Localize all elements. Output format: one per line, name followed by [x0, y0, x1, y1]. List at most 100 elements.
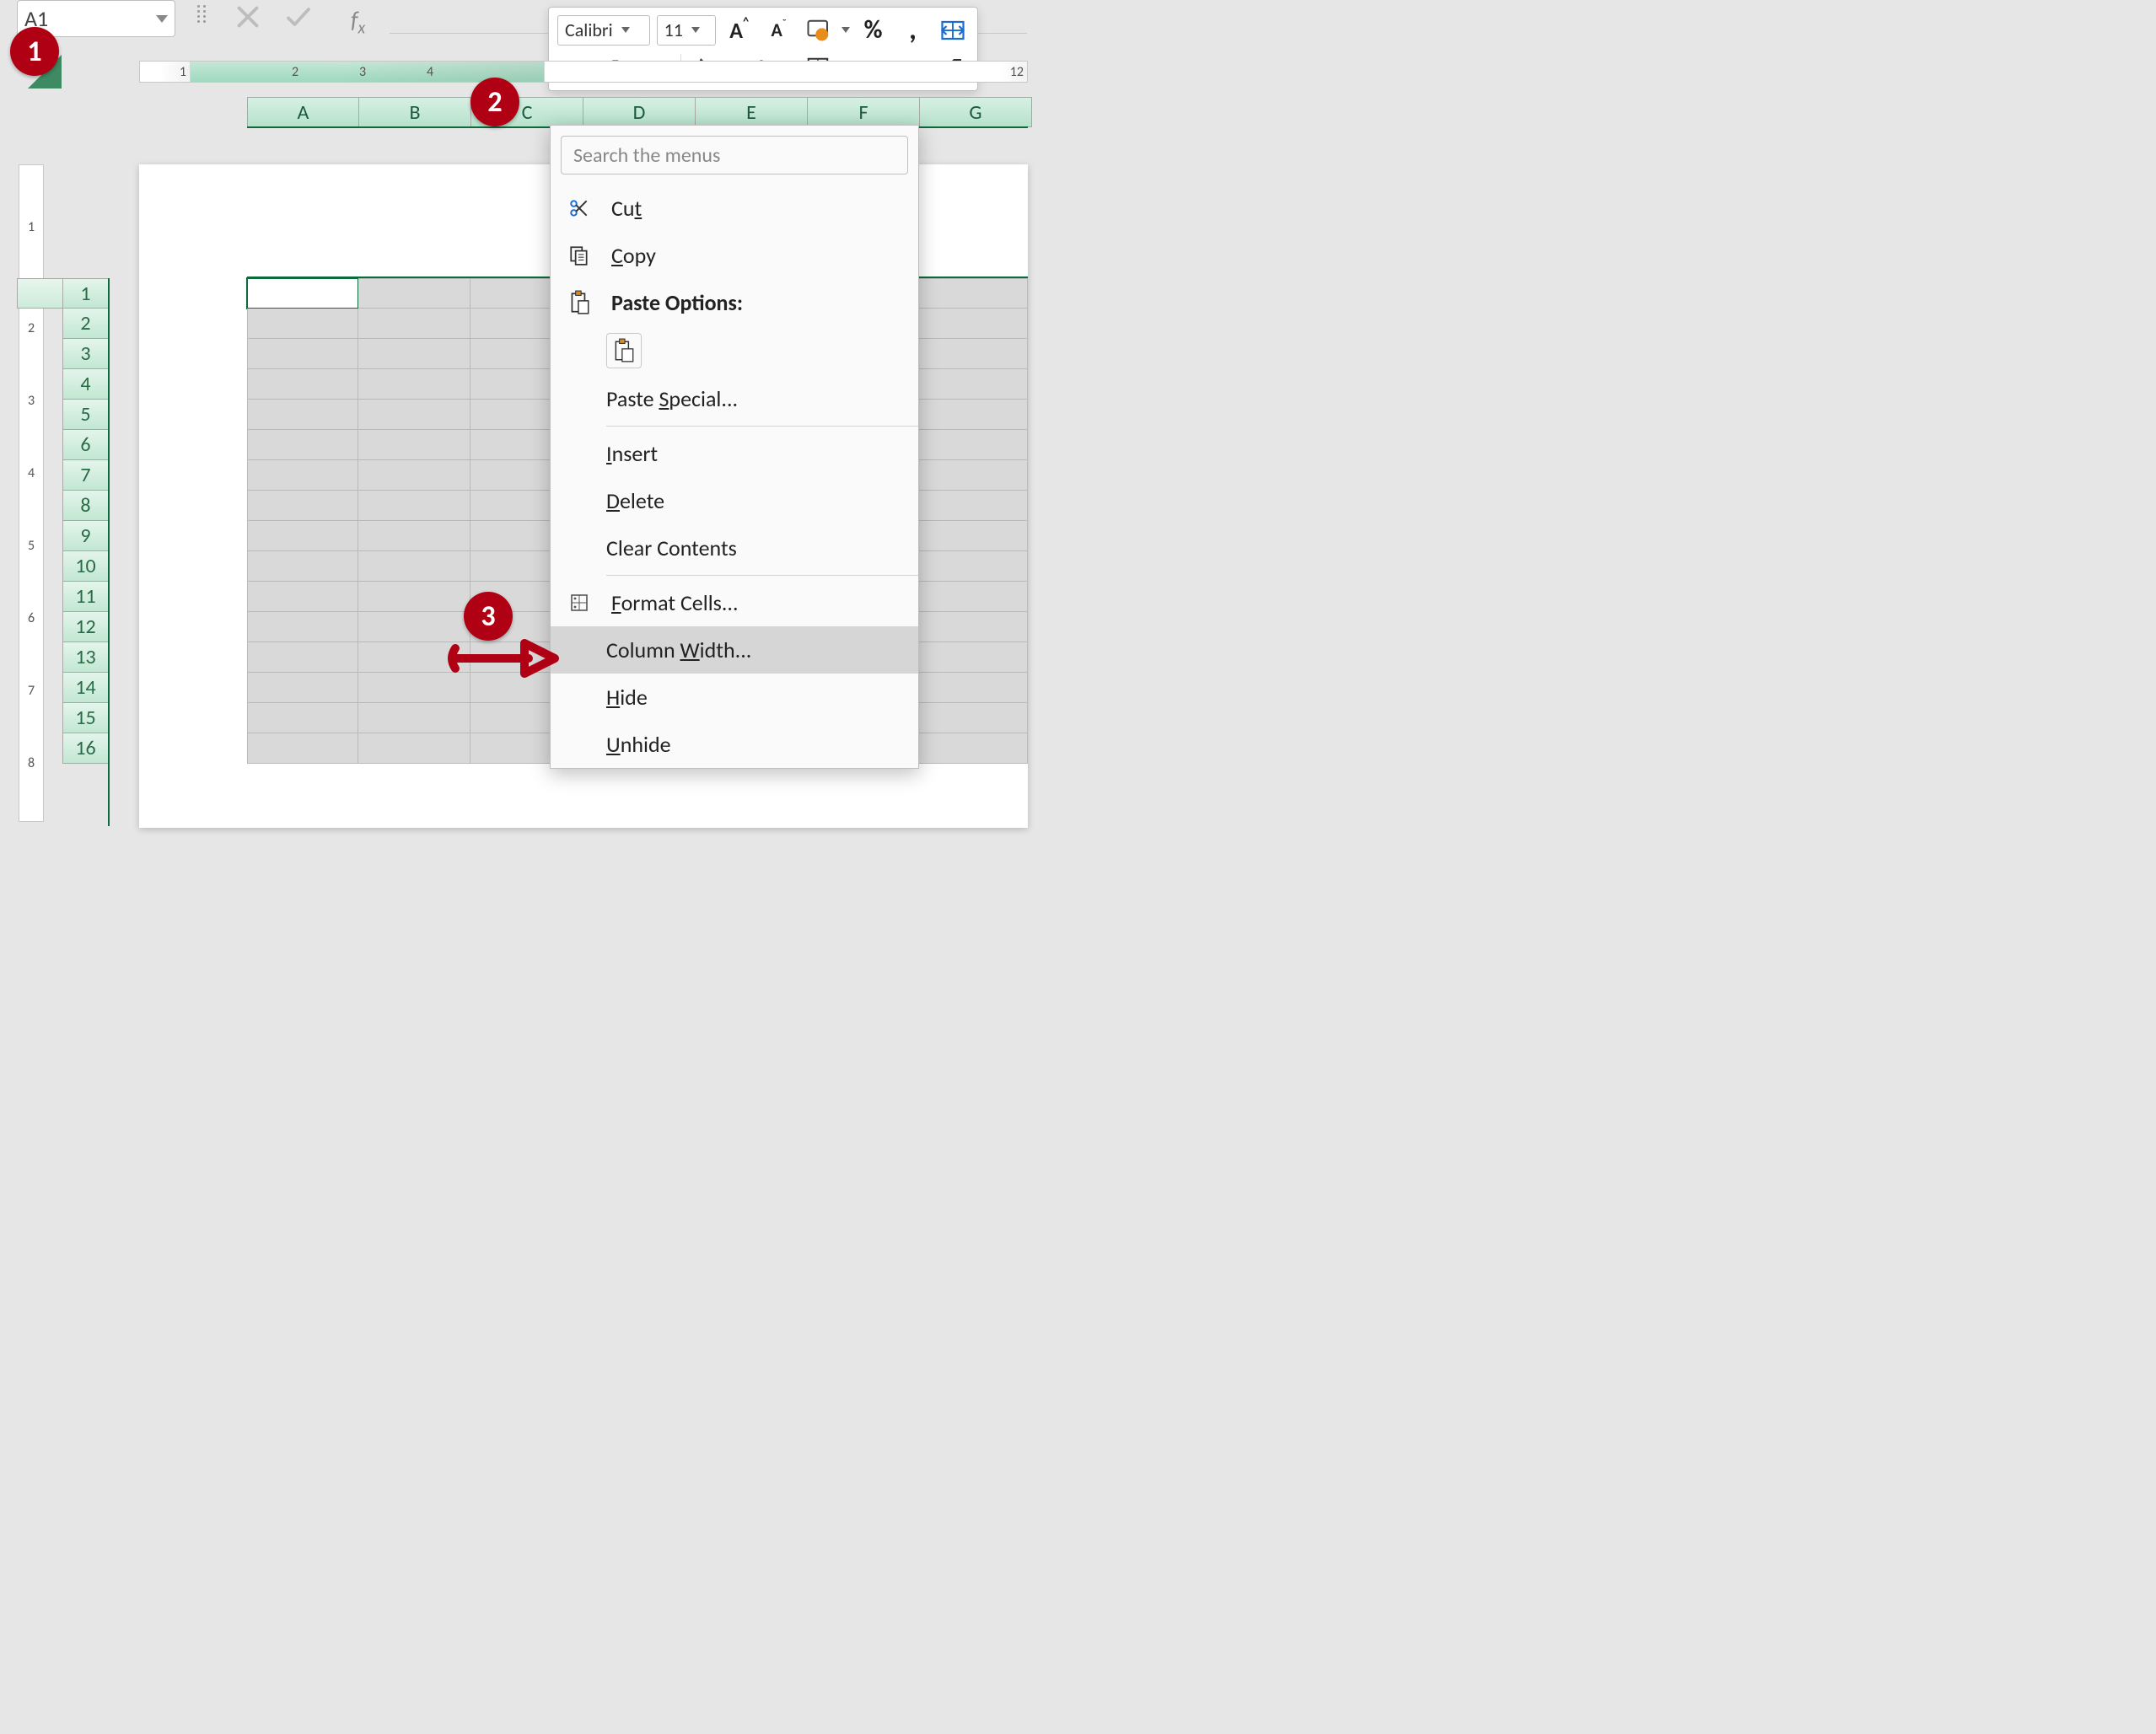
menu-paste-special[interactable]: Paste Special...	[551, 375, 918, 422]
cell[interactable]	[247, 400, 358, 430]
cell[interactable]	[247, 673, 358, 703]
cell[interactable]	[358, 278, 470, 309]
cell[interactable]	[917, 430, 1028, 460]
select-all-box[interactable]	[17, 278, 63, 309]
row-header[interactable]: 4	[62, 369, 109, 400]
format-cell-icon[interactable]	[936, 14, 969, 46]
menu-copy[interactable]: Copy	[551, 232, 918, 279]
cell[interactable]	[247, 491, 358, 521]
chevron-down-icon	[691, 27, 700, 33]
paste-default-button[interactable]	[606, 333, 642, 368]
cell[interactable]	[917, 278, 1028, 309]
row-header[interactable]: 1	[62, 278, 109, 309]
cell[interactable]	[917, 369, 1028, 400]
row-header[interactable]: 16	[62, 733, 109, 764]
row-header[interactable]: 5	[62, 400, 109, 430]
row-headers[interactable]: 1 2 3 4 5 6 7 8 9 10 11 12 13 14 15 16	[62, 278, 109, 764]
cell[interactable]	[917, 339, 1028, 369]
menu-delete[interactable]: Delete	[551, 477, 918, 524]
column-headers[interactable]: A B C D E F G	[247, 97, 1032, 127]
row-header[interactable]: 2	[62, 309, 109, 339]
menu-label: Delete	[606, 487, 664, 514]
comma-icon[interactable]: ,	[896, 14, 929, 46]
font-selector[interactable]: Calibri	[557, 15, 650, 46]
row-header[interactable]: 15	[62, 703, 109, 733]
font-size-selector[interactable]: 11	[657, 15, 717, 46]
menu-clear-contents[interactable]: Clear Contents	[551, 524, 918, 572]
cell[interactable]	[358, 491, 470, 521]
vertical-ruler[interactable]: 1 2 3 4 5 6 7 8	[19, 164, 44, 822]
cell[interactable]	[247, 339, 358, 369]
menu-cut[interactable]: Cut	[551, 185, 918, 232]
cell[interactable]	[247, 612, 358, 642]
menu-unhide[interactable]: Unhide	[551, 721, 918, 768]
chevron-down-icon[interactable]	[841, 27, 850, 33]
row-header[interactable]: 11	[62, 582, 109, 612]
menu-label: Insert	[606, 440, 658, 467]
cell[interactable]	[358, 339, 470, 369]
cell[interactable]	[917, 551, 1028, 582]
cell[interactable]	[247, 278, 358, 309]
cell[interactable]	[917, 491, 1028, 521]
cell[interactable]	[358, 430, 470, 460]
row-header[interactable]: 12	[62, 612, 109, 642]
chevron-down-icon[interactable]	[156, 15, 168, 23]
menu-insert[interactable]: Insert	[551, 430, 918, 477]
cell[interactable]	[358, 521, 470, 551]
menu-search-input[interactable]: Search the menus	[561, 136, 908, 174]
menu-hide[interactable]: Hide	[551, 674, 918, 721]
cell[interactable]	[917, 673, 1028, 703]
horizontal-ruler[interactable]: 1 2 3 4 12	[139, 61, 1028, 83]
column-header[interactable]: E	[696, 97, 808, 127]
cell[interactable]	[247, 369, 358, 400]
cell[interactable]	[358, 703, 470, 733]
conditional-format-icon[interactable]	[802, 14, 835, 46]
cell[interactable]	[358, 551, 470, 582]
cell[interactable]	[247, 460, 358, 491]
cell[interactable]	[917, 612, 1028, 642]
cell[interactable]	[247, 521, 358, 551]
cell[interactable]	[917, 400, 1028, 430]
column-header[interactable]: G	[920, 97, 1032, 127]
grip-icon[interactable]	[197, 5, 206, 23]
cell[interactable]	[358, 369, 470, 400]
cell[interactable]	[358, 582, 470, 612]
column-header[interactable]: F	[808, 97, 920, 127]
menu-column-width[interactable]: Column Width...	[551, 626, 918, 674]
cell[interactable]	[917, 309, 1028, 339]
cell[interactable]	[917, 703, 1028, 733]
row-header[interactable]: 13	[62, 642, 109, 673]
decrease-font-icon[interactable]: Aˇ	[762, 14, 795, 46]
cell[interactable]	[247, 703, 358, 733]
row-header[interactable]: 10	[62, 551, 109, 582]
cell[interactable]	[917, 521, 1028, 551]
row-header[interactable]: 3	[62, 339, 109, 369]
cell[interactable]	[358, 309, 470, 339]
increase-font-icon[interactable]: A^	[723, 14, 755, 46]
cell[interactable]	[247, 551, 358, 582]
cancel-icon	[233, 2, 263, 32]
cell[interactable]	[917, 733, 1028, 764]
cell[interactable]	[247, 309, 358, 339]
cell[interactable]	[917, 642, 1028, 673]
cell[interactable]	[247, 582, 358, 612]
column-header[interactable]: B	[359, 97, 471, 127]
row-header[interactable]: 14	[62, 673, 109, 703]
fx-icon[interactable]: fx	[351, 5, 365, 39]
cell[interactable]	[358, 460, 470, 491]
row-header[interactable]: 7	[62, 460, 109, 491]
row-header[interactable]: 6	[62, 430, 109, 460]
cell[interactable]	[358, 733, 470, 764]
row-header[interactable]: 8	[62, 491, 109, 521]
cell[interactable]	[358, 400, 470, 430]
cell[interactable]	[917, 582, 1028, 612]
cell[interactable]	[247, 430, 358, 460]
cell[interactable]	[247, 733, 358, 764]
column-header[interactable]: A	[247, 97, 359, 127]
cell[interactable]	[917, 460, 1028, 491]
column-header[interactable]: D	[583, 97, 696, 127]
menu-format-cells[interactable]: Format Cells...	[551, 579, 918, 626]
row-header[interactable]: 9	[62, 521, 109, 551]
percent-icon[interactable]: %	[857, 14, 890, 46]
cell[interactable]	[247, 642, 358, 673]
